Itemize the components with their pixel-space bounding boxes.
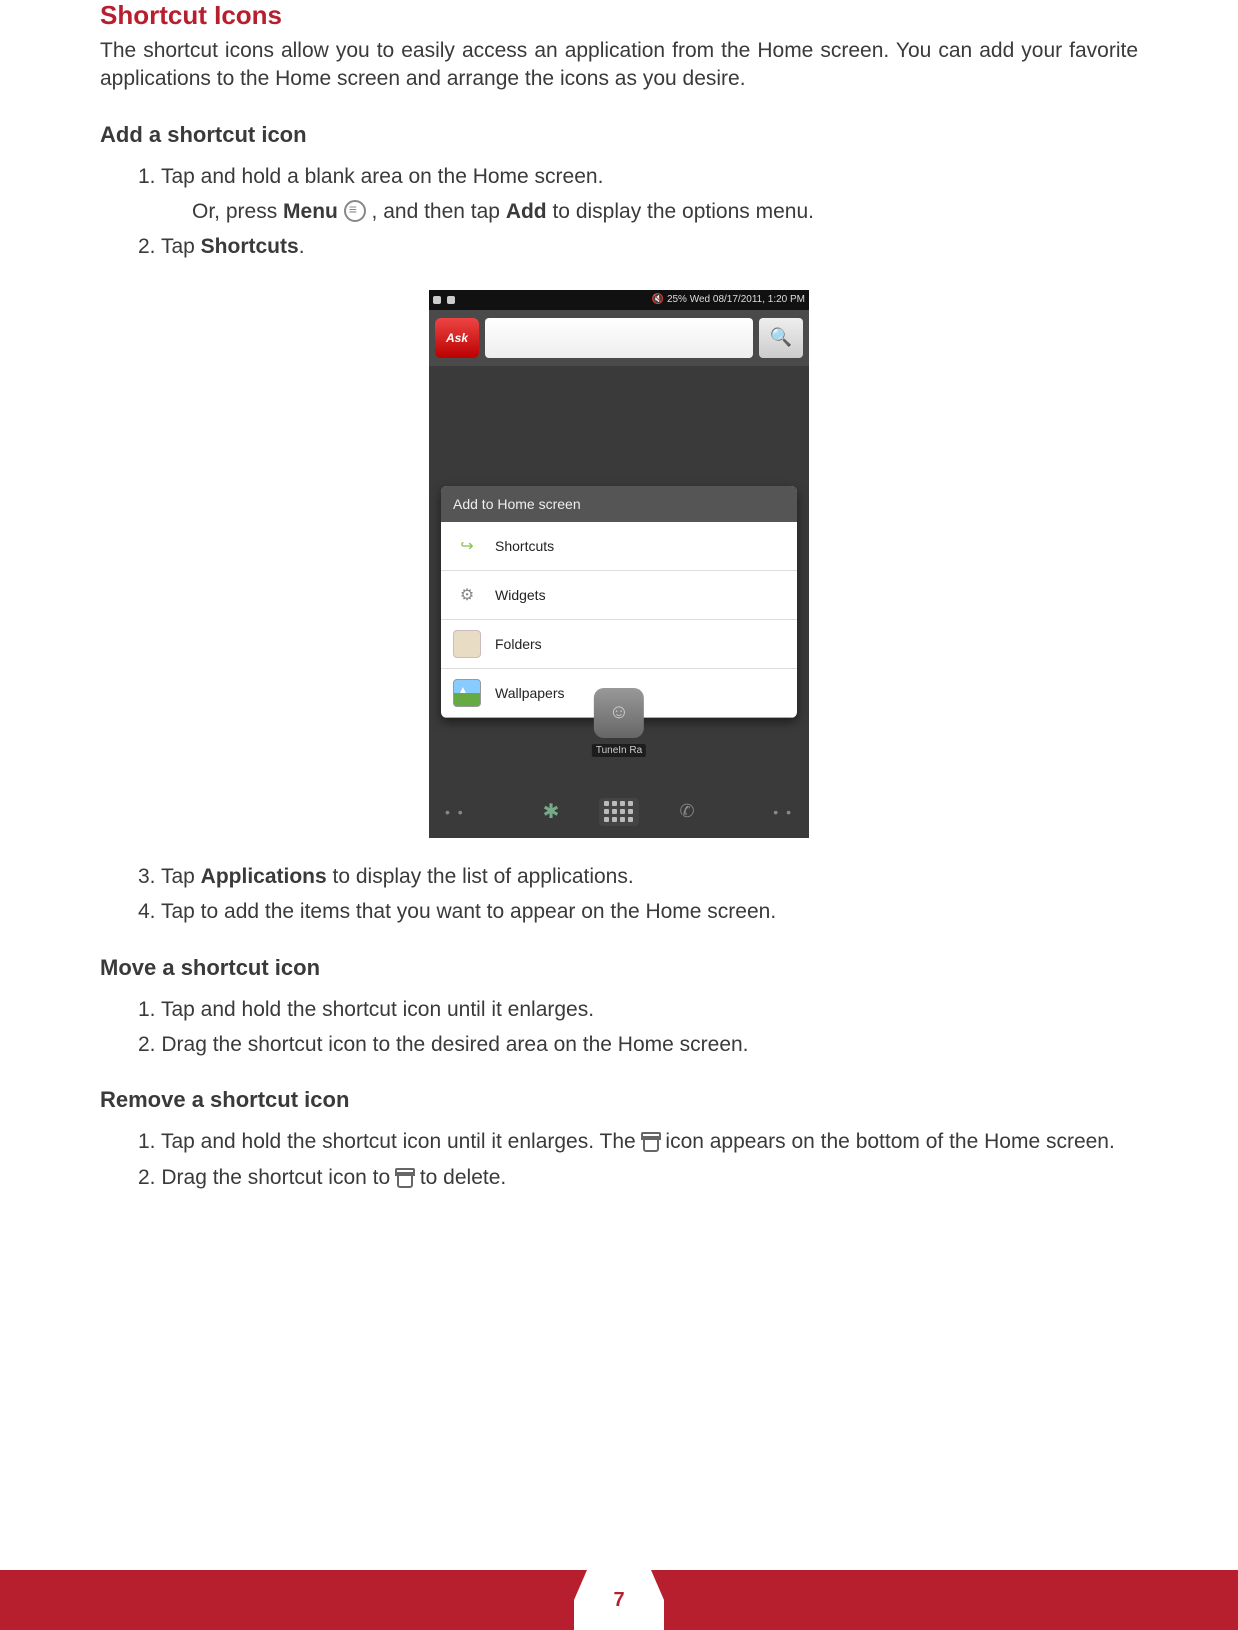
text: to delete. [414, 1166, 506, 1189]
nav-bar: • • ✱ ✆ • • [429, 786, 809, 838]
status-right-text: 🔇 25% Wed 08/17/2011, 1:20 PM [652, 294, 805, 305]
wallpapers-icon [453, 679, 481, 707]
home-body: Add to Home screen ↪ Shortcuts ⚙ Widgets… [429, 366, 809, 786]
status-icon [447, 296, 455, 304]
list-number: 3. [138, 865, 161, 888]
move-subheading: Move a shortcut icon [100, 955, 1138, 981]
search-input[interactable] [485, 318, 753, 358]
status-icon [433, 296, 441, 304]
remove-subheading: Remove a shortcut icon [100, 1087, 1138, 1113]
bold-text: Applications [201, 865, 327, 888]
text: to display the options menu. [547, 200, 814, 223]
text: , and then tap [366, 200, 506, 223]
page-number: 7 [574, 1570, 664, 1630]
menu-icon [344, 200, 366, 222]
step-text: Drag the shortcut icon to the desired ar… [161, 1033, 748, 1056]
text: Drag the shortcut icon to [161, 1166, 396, 1189]
text: Tap and hold the shortcut icon until it … [161, 1130, 642, 1153]
settings-icon[interactable]: ✱ [537, 798, 565, 826]
section-heading: Shortcut Icons [100, 0, 1138, 31]
list-number: 4. [138, 900, 161, 923]
dialog-item-folders[interactable]: Folders [441, 620, 797, 669]
list-number: 1. [138, 1130, 161, 1153]
add-subheading: Add a shortcut icon [100, 122, 1138, 148]
device-screenshot: 🔇 25% Wed 08/17/2011, 1:20 PM Ask 🔍 Add … [429, 290, 809, 838]
list-number: 2. [138, 1033, 161, 1056]
step-text: Tap and hold the shortcut icon until it … [161, 998, 594, 1021]
move-step-1: 1. Tap and hold the shortcut icon until … [138, 995, 1138, 1024]
volume-icon: 🔇 [652, 294, 667, 305]
dialog-item-shortcuts[interactable]: ↪ Shortcuts [441, 522, 797, 571]
search-row: Ask 🔍 [429, 310, 809, 366]
bold-text: Menu [283, 200, 338, 223]
folders-icon [453, 630, 481, 658]
add-step-1: 1. Tap and hold a blank area on the Home… [138, 162, 1138, 191]
text: . [299, 235, 305, 258]
add-step-2: 2. Tap Shortcuts. [138, 232, 1138, 261]
text: Tap [161, 235, 201, 258]
radio-icon: ☺ [594, 688, 644, 738]
add-to-home-dialog: Add to Home screen ↪ Shortcuts ⚙ Widgets… [441, 486, 797, 718]
list-number: 2. [138, 1166, 161, 1189]
list-number: 1. [138, 165, 161, 188]
text: to display the list of applications. [327, 865, 634, 888]
dialog-item-label: Wallpapers [495, 685, 565, 701]
add-step-4: 4. Tap to add the items that you want to… [138, 897, 1138, 926]
step-text: Tap and hold a blank area on the Home sc… [161, 165, 603, 188]
list-number: 1. [138, 998, 161, 1021]
dialog-item-widgets[interactable]: ⚙ Widgets [441, 571, 797, 620]
dialog-item-label: Shortcuts [495, 538, 554, 554]
dialog-title: Add to Home screen [441, 486, 797, 522]
dialog-item-label: Folders [495, 636, 542, 652]
remove-step-2: 2. Drag the shortcut icon to to delete. [138, 1163, 1138, 1192]
status-text: 25% Wed 08/17/2011, 1:20 PM [667, 294, 805, 305]
bold-text: Add [506, 200, 547, 223]
remove-step-1: 1. Tap and hold the shortcut icon until … [138, 1127, 1138, 1156]
shortcuts-icon: ↪ [453, 532, 481, 560]
phone-icon[interactable]: ✆ [673, 798, 701, 826]
list-number: 2. [138, 235, 161, 258]
text: Tap [161, 865, 201, 888]
trash-icon [396, 1168, 414, 1188]
widgets-icon: ⚙ [453, 581, 481, 609]
search-icon: 🔍 [770, 327, 792, 348]
add-step-1-alt: Or, press Menu , and then tap Add to dis… [192, 197, 1138, 226]
text: Or, press [192, 200, 283, 223]
left-dots-icon[interactable]: • • [445, 804, 465, 820]
dialog-item-label: Widgets [495, 587, 546, 603]
app-shortcut-tunein[interactable]: ☺ TuneIn Ra [592, 688, 646, 756]
text: icon appears on the bottom of the Home s… [660, 1130, 1115, 1153]
intro-paragraph: The shortcut icons allow you to easily a… [100, 37, 1138, 94]
page-footer: 7 [0, 1570, 1238, 1630]
right-dots-icon[interactable]: • • [773, 804, 793, 820]
status-left-icons [433, 296, 455, 304]
bold-text: Shortcuts [201, 235, 299, 258]
step-text: Tap to add the items that you want to ap… [161, 900, 776, 923]
move-step-2: 2. Drag the shortcut icon to the desired… [138, 1030, 1138, 1059]
app-label: TuneIn Ra [592, 744, 646, 757]
ask-logo[interactable]: Ask [435, 318, 479, 358]
search-button[interactable]: 🔍 [759, 318, 803, 358]
add-step-3: 3. Tap Applications to display the list … [138, 862, 1138, 891]
app-drawer-icon[interactable] [599, 798, 639, 826]
status-bar: 🔇 25% Wed 08/17/2011, 1:20 PM [429, 290, 809, 310]
trash-icon [642, 1132, 660, 1152]
